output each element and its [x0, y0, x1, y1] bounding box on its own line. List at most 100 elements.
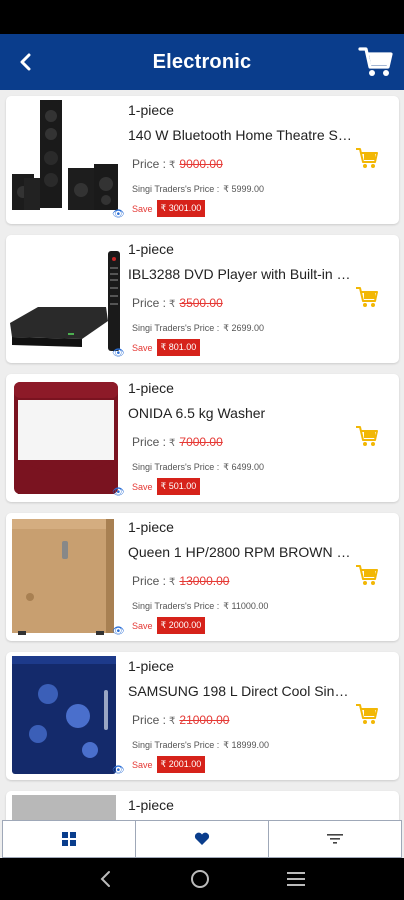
- product-list[interactable]: 👁 1-piece 140 W Bluetooth Home Theatre S…: [0, 90, 404, 820]
- save-row: Save ₹ 801.00: [132, 339, 201, 356]
- tab-grid[interactable]: [3, 821, 136, 857]
- product-image-partial[interactable]: [8, 793, 122, 820]
- nav-recents-icon[interactable]: [287, 871, 306, 887]
- store-price-label: Singi Traders's Price :: [132, 601, 220, 611]
- product-name[interactable]: ONIDA 6.5 kg Washer: [128, 405, 352, 421]
- eye-icon[interactable]: 👁: [112, 487, 125, 498]
- tab-filter[interactable]: [269, 821, 401, 857]
- product-quantity: 1-piece: [128, 102, 174, 118]
- product-card[interactable]: 👁 1-piece SAMSUNG 198 L Direct Cool Sing…: [6, 652, 399, 780]
- save-label: Save: [132, 203, 153, 214]
- product-image-cabinet[interactable]: [8, 515, 122, 637]
- eye-icon[interactable]: 👁: [112, 348, 125, 359]
- store-price-label: Singi Traders's Price :: [132, 740, 220, 750]
- save-row: Save ₹ 2001.00: [132, 756, 206, 773]
- product-card[interactable]: 👁 1-piece ONIDA 6.5 kg Washer Price : ₹70…: [6, 374, 399, 502]
- save-label: Save: [132, 759, 153, 770]
- back-button[interactable]: [10, 46, 42, 78]
- store-price: ₹ 5999.00: [223, 184, 265, 194]
- price-label: Price :: [132, 157, 167, 171]
- price-row: Price : ₹7000.00: [132, 435, 223, 449]
- currency-symbol: ₹: [169, 577, 176, 588]
- save-badge: ₹ 2000.00: [156, 617, 206, 634]
- product-quantity: 1-piece: [128, 241, 174, 257]
- store-price-row: Singi Traders's Price : ₹ 5999.00: [132, 184, 264, 195]
- bottom-tab-bar: [2, 820, 402, 858]
- price-label: Price :: [132, 574, 167, 588]
- store-price: ₹ 11000.00: [223, 601, 269, 611]
- product-quantity: 1-piece: [128, 380, 174, 396]
- mrp-price: 3500.00: [179, 296, 223, 310]
- product-card[interactable]: 👁 1-piece Queen 1 HP/2800 RPM BROWN Cool…: [6, 513, 399, 641]
- price-label: Price :: [132, 296, 167, 310]
- price-label: Price :: [132, 713, 167, 727]
- store-price: ₹ 18999.00: [223, 740, 270, 750]
- product-card[interactable]: 👁 1-piece 140 W Bluetooth Home Theatre S…: [6, 96, 399, 224]
- heart-icon: [194, 832, 210, 845]
- price-row: Price : ₹9000.00: [132, 157, 223, 171]
- product-quantity: 1-piece: [128, 797, 174, 813]
- product-name[interactable]: Queen 1 HP/2800 RPM BROWN Cooler: [128, 544, 352, 560]
- filter-icon: [327, 834, 343, 844]
- save-badge: ₹ 801.00: [156, 339, 201, 356]
- mrp-price: 13000.00: [179, 574, 230, 588]
- cart-button[interactable]: [356, 42, 396, 82]
- product-image-home-theatre[interactable]: [8, 98, 122, 220]
- app-bar: Electronic: [0, 34, 404, 90]
- product-image-dvd-player[interactable]: [8, 237, 122, 359]
- save-label: Save: [132, 620, 153, 631]
- grid-icon: [62, 832, 76, 846]
- product-quantity: 1-piece: [128, 519, 174, 535]
- product-image-fridge[interactable]: [8, 654, 122, 776]
- eye-icon[interactable]: 👁: [112, 209, 125, 220]
- currency-symbol: ₹: [169, 160, 176, 171]
- mrp-price: 9000.00: [179, 157, 223, 171]
- add-to-cart-icon[interactable]: [355, 424, 379, 448]
- store-price-row: Singi Traders's Price : ₹ 6499.00: [132, 462, 264, 473]
- add-to-cart-icon[interactable]: [355, 285, 379, 309]
- price-label: Price :: [132, 435, 167, 449]
- save-row: Save ₹ 501.00: [132, 478, 201, 495]
- currency-symbol: ₹: [169, 299, 176, 310]
- store-price-label: Singi Traders's Price :: [132, 323, 220, 333]
- add-to-cart-icon[interactable]: [355, 702, 379, 726]
- save-label: Save: [132, 342, 153, 353]
- page-title: Electronic: [152, 50, 252, 73]
- eye-icon[interactable]: 👁: [112, 765, 125, 776]
- save-badge: ₹ 501.00: [156, 478, 201, 495]
- product-name[interactable]: 140 W Bluetooth Home Theatre System: [128, 127, 352, 143]
- store-price-label: Singi Traders's Price :: [132, 184, 220, 194]
- price-row: Price : ₹21000.00: [132, 713, 229, 727]
- mrp-price: 21000.00: [179, 713, 230, 727]
- product-card[interactable]: 1-piece: [6, 791, 399, 820]
- store-price: ₹ 6499.00: [223, 462, 265, 472]
- nav-home-icon[interactable]: [190, 869, 210, 889]
- product-name[interactable]: IBL3288 DVD Player with Built-in Speaker: [128, 266, 352, 282]
- nav-back-icon[interactable]: [99, 870, 113, 888]
- product-card[interactable]: 👁 1-piece IBL3288 DVD Player with Built-…: [6, 235, 399, 363]
- mrp-price: 7000.00: [179, 435, 223, 449]
- save-badge: ₹ 2001.00: [156, 756, 206, 773]
- store-price-row: Singi Traders's Price : ₹ 18999.00: [132, 740, 269, 751]
- store-price: ₹ 2699.00: [223, 323, 265, 333]
- system-navigation-bar: [0, 858, 404, 900]
- add-to-cart-icon[interactable]: [355, 146, 379, 170]
- status-bar: [0, 0, 404, 34]
- shopping-cart-icon: [358, 47, 393, 76]
- currency-symbol: ₹: [169, 438, 176, 449]
- save-row: Save ₹ 3001.00: [132, 200, 206, 217]
- product-quantity: 1-piece: [128, 658, 174, 674]
- tab-favorites[interactable]: [136, 821, 269, 857]
- save-badge: ₹ 3001.00: [156, 200, 206, 217]
- eye-icon[interactable]: 👁: [112, 626, 125, 637]
- store-price-row: Singi Traders's Price : ₹ 2699.00: [132, 323, 264, 334]
- add-to-cart-icon[interactable]: [355, 563, 379, 587]
- currency-symbol: ₹: [169, 716, 176, 727]
- product-name[interactable]: SAMSUNG 198 L Direct Cool Single Door: [128, 683, 352, 699]
- price-row: Price : ₹13000.00: [132, 574, 229, 588]
- chevron-left-icon: [20, 53, 31, 71]
- store-price-row: Singi Traders's Price : ₹ 11000.00: [132, 601, 268, 612]
- product-image-washer[interactable]: [8, 376, 122, 498]
- save-row: Save ₹ 2000.00: [132, 617, 206, 634]
- store-price-label: Singi Traders's Price :: [132, 462, 220, 472]
